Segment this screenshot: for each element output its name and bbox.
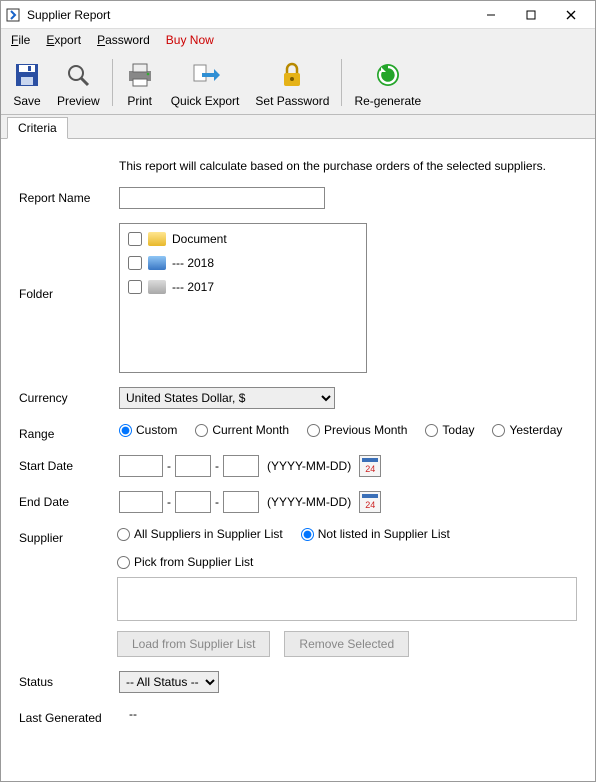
preview-label: Preview: [57, 94, 100, 108]
floppy-icon: [13, 57, 41, 93]
start-date-year[interactable]: [119, 455, 163, 477]
end-date-day[interactable]: [223, 491, 259, 513]
regenerate-button[interactable]: Re-generate: [346, 53, 429, 112]
app-icon: [5, 7, 21, 23]
start-date-label: Start Date: [19, 455, 119, 473]
menu-file[interactable]: File: [5, 31, 36, 49]
menu-password[interactable]: Password: [91, 31, 156, 49]
start-date-calendar-button[interactable]: 24: [359, 455, 381, 477]
date-format-hint: (YYYY-MM-DD): [267, 495, 351, 509]
title-bar: Supplier Report: [1, 1, 595, 29]
window-title: Supplier Report: [27, 8, 471, 22]
report-name-label: Report Name: [19, 187, 119, 205]
quick-export-button[interactable]: Quick Export: [163, 53, 248, 112]
intro-text: This report will calculate based on the …: [119, 159, 577, 173]
set-password-label: Set Password: [255, 94, 329, 108]
end-date-calendar-button[interactable]: 24: [359, 491, 381, 513]
folder-checkbox[interactable]: [128, 256, 142, 270]
range-previous-month[interactable]: Previous Month: [307, 423, 407, 437]
form-area: This report will calculate based on the …: [1, 139, 595, 781]
menu-export[interactable]: Export: [40, 31, 87, 49]
lock-icon: [279, 57, 305, 93]
save-label: Save: [13, 94, 40, 108]
maximize-button[interactable]: [511, 1, 551, 29]
status-select[interactable]: -- All Status --: [119, 671, 219, 693]
folder-icon: [148, 232, 166, 246]
folder-checkbox[interactable]: [128, 280, 142, 294]
refresh-icon: [374, 57, 402, 93]
minimize-button[interactable]: [471, 1, 511, 29]
folder-item-label: --- 2017: [172, 280, 214, 294]
range-custom[interactable]: Custom: [119, 423, 177, 437]
date-format-hint: (YYYY-MM-DD): [267, 459, 351, 473]
range-yesterday[interactable]: Yesterday: [492, 423, 562, 437]
supplier-all[interactable]: All Suppliers in Supplier List: [117, 527, 283, 541]
start-date-month[interactable]: [175, 455, 211, 477]
folder-item-label: Document: [172, 232, 227, 246]
tab-strip: Criteria: [1, 115, 595, 139]
supplier-options: All Suppliers in Supplier List Not liste…: [117, 527, 577, 541]
supplier-not-listed[interactable]: Not listed in Supplier List: [301, 527, 450, 541]
toolbar-separator: [112, 59, 113, 106]
folder-checkbox[interactable]: [128, 232, 142, 246]
range-label: Range: [19, 423, 119, 441]
save-button[interactable]: Save: [5, 53, 49, 112]
folder-item[interactable]: --- 2017: [128, 280, 358, 294]
print-button[interactable]: Print: [117, 53, 163, 112]
preview-button[interactable]: Preview: [49, 53, 108, 112]
toolbar: Save Preview Print Quick Export Set Pass…: [1, 51, 595, 115]
folder-label: Folder: [19, 223, 119, 301]
printer-icon: [125, 57, 155, 93]
quick-export-label: Quick Export: [171, 94, 240, 108]
end-date-label: End Date: [19, 491, 119, 509]
currency-select[interactable]: United States Dollar, $: [119, 387, 335, 409]
report-name-input[interactable]: [119, 187, 325, 209]
remove-selected-button[interactable]: Remove Selected: [284, 631, 409, 657]
currency-label: Currency: [19, 387, 119, 405]
range-options: Custom Current Month Previous Month Toda…: [119, 423, 577, 437]
folder-icon: [148, 280, 166, 294]
regenerate-label: Re-generate: [354, 94, 421, 108]
export-arrow-icon: [190, 57, 220, 93]
folder-icon: [148, 256, 166, 270]
range-today[interactable]: Today: [425, 423, 474, 437]
menu-buy-now[interactable]: Buy Now: [160, 31, 220, 49]
folder-item-label: --- 2018: [172, 256, 214, 270]
folder-item[interactable]: --- 2018: [128, 256, 358, 270]
last-generated-label: Last Generated: [19, 707, 129, 725]
start-date-day[interactable]: [223, 455, 259, 477]
range-current-month[interactable]: Current Month: [195, 423, 289, 437]
set-password-button[interactable]: Set Password: [247, 53, 337, 112]
folder-tree[interactable]: Document --- 2018 --- 2017: [119, 223, 367, 373]
print-label: Print: [127, 94, 152, 108]
end-date-year[interactable]: [119, 491, 163, 513]
last-generated-value: --: [129, 707, 577, 721]
supplier-pick[interactable]: Pick from Supplier List: [117, 555, 577, 569]
tab-criteria[interactable]: Criteria: [7, 117, 68, 139]
close-button[interactable]: [551, 1, 591, 29]
toolbar-separator: [341, 59, 342, 106]
magnifier-icon: [64, 57, 92, 93]
status-label: Status: [19, 671, 119, 689]
supplier-listbox[interactable]: [117, 577, 577, 621]
menu-bar: File Export Password Buy Now: [1, 29, 595, 51]
load-from-supplier-button[interactable]: Load from Supplier List: [117, 631, 270, 657]
supplier-label: Supplier: [19, 527, 117, 545]
folder-item[interactable]: Document: [128, 232, 358, 246]
end-date-month[interactable]: [175, 491, 211, 513]
